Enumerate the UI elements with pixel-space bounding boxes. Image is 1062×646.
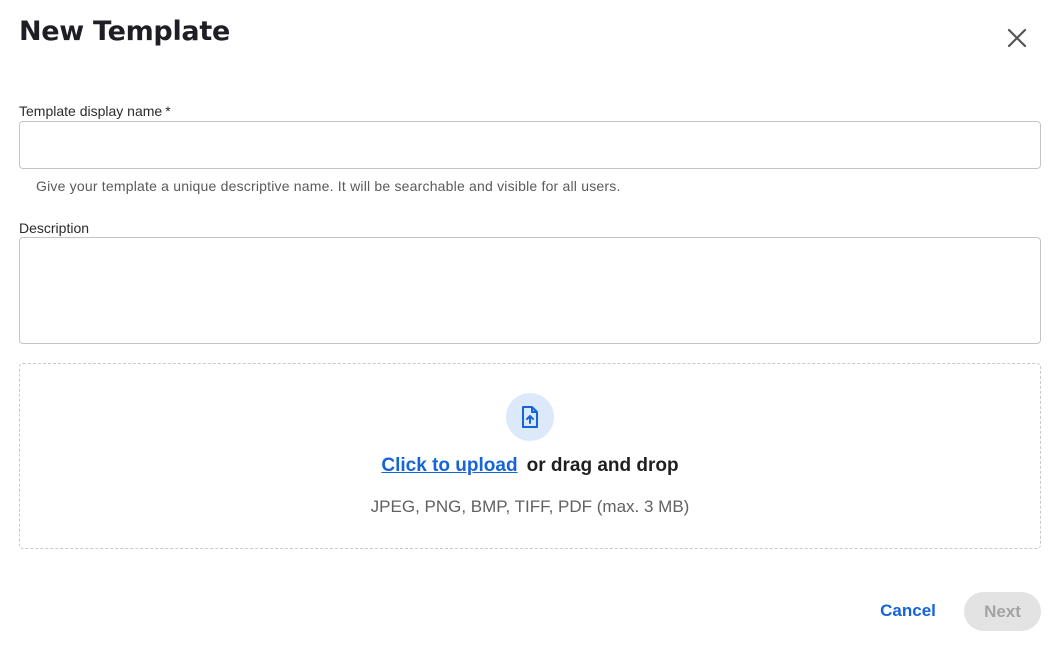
template-name-input[interactable] — [19, 121, 1041, 169]
required-marker: * — [165, 103, 171, 119]
cancel-button[interactable]: Cancel — [868, 593, 948, 629]
upload-instructions: Click to upload or drag and drop — [20, 455, 1040, 477]
accepted-formats-text: JPEG, PNG, BMP, TIFF, PDF (max. 3 MB) — [370, 497, 690, 516]
template-name-label: Template display name * — [19, 103, 171, 119]
click-to-upload-link[interactable]: Click to upload — [381, 455, 517, 476]
drag-and-drop-text: or drag and drop — [526, 455, 679, 476]
new-template-dialog: New Template Template display name * Give… — [0, 0, 1062, 646]
close-button[interactable] — [1001, 22, 1033, 54]
upload-dropzone[interactable]: Click to upload or drag and drop JPEG, PN… — [19, 363, 1041, 549]
file-upload-icon — [522, 406, 538, 428]
file-upload-icon-badge — [506, 393, 554, 441]
description-textarea[interactable] — [19, 237, 1041, 344]
template-name-label-text: Template display name — [19, 103, 163, 119]
template-name-helper: Give your template a unique descriptive … — [36, 178, 621, 194]
description-label: Description — [19, 220, 90, 236]
close-icon — [1007, 28, 1027, 48]
dialog-title: New Template — [19, 16, 230, 47]
next-button[interactable]: Next — [964, 592, 1041, 631]
